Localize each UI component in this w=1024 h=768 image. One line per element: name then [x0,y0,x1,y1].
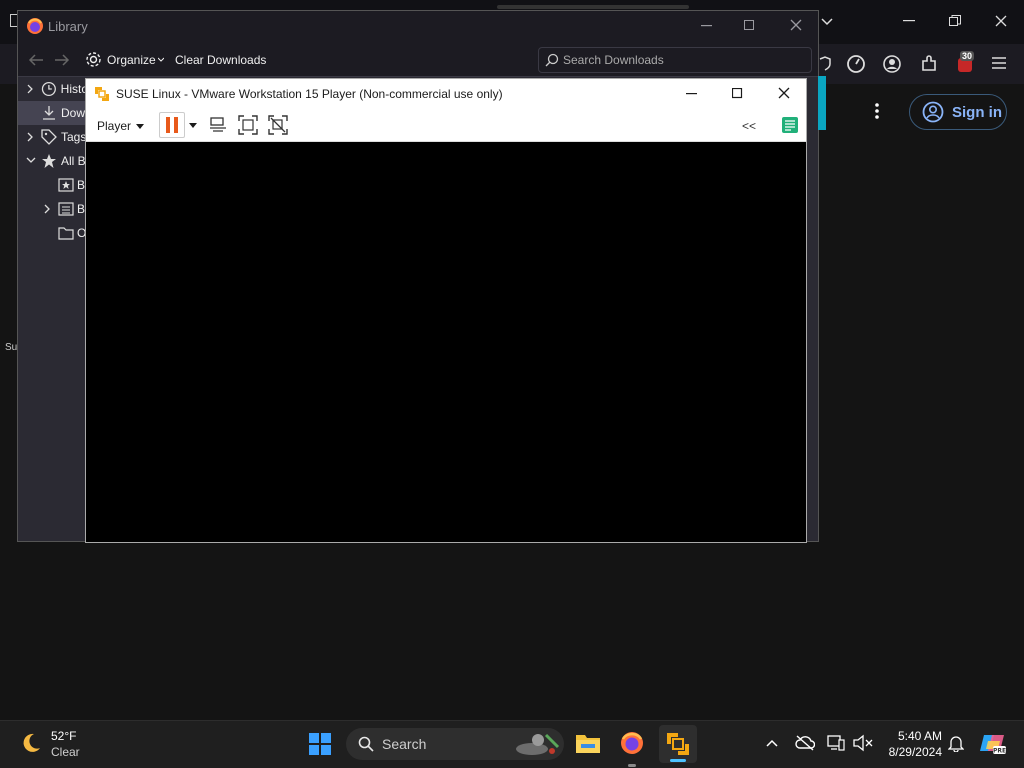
notification-bell-icon[interactable] [948,734,964,752]
organize-label: Organize [107,53,156,67]
account-icon[interactable] [883,55,901,73]
bookmark-star-box-icon [58,178,74,192]
tree-item-downloads[interactable]: Dow [18,101,88,125]
svg-text:PRE: PRE [993,748,1006,755]
library-tree: Histo Dow Tags All B B B O [18,77,88,541]
vmware-minimize-button[interactable] [686,93,698,95]
chevron-down-icon [157,57,164,62]
sign-in-button[interactable]: Sign in [909,94,1007,130]
back-arrow-icon[interactable] [28,53,44,67]
taskbar-search-label: Search [382,736,427,752]
gear-icon[interactable] [85,51,102,68]
search-downloads-input[interactable]: Search Downloads [538,47,812,73]
extension-badge-count: 30 [960,51,975,61]
tree-item-other-bookmarks[interactable]: O [18,221,88,245]
pause-icon [166,117,178,133]
tree-item-all-bookmarks[interactable]: All B [18,149,88,173]
copilot-icon[interactable]: PRE [980,731,1006,755]
vmware-maximize-button[interactable] [732,88,743,99]
vmware-taskbar-icon[interactable] [659,725,697,763]
browser-menu-icon[interactable] [992,57,1006,69]
moon-weather-icon[interactable] [19,731,43,755]
vmware-logo-icon [93,85,111,103]
player-menu-label: Player [97,119,132,133]
power-options-dropdown[interactable] [189,123,197,128]
firefox-taskbar-icon[interactable] [620,731,644,767]
library-title: Library [48,19,88,34]
library-titlebar [18,11,818,43]
browser-restore-button[interactable] [949,15,961,27]
tree-item-tags[interactable]: Tags [18,125,88,149]
pause-button[interactable] [159,112,185,138]
download-icon [43,106,55,120]
tree-item-label: B [77,178,86,192]
tag-icon [41,129,57,145]
account-circle-icon [922,101,944,123]
tree-item-label: Dow [61,106,86,120]
performance-gauge-icon[interactable] [846,54,866,74]
tree-item-bookmarks-toolbar[interactable]: B [18,173,88,197]
vm-display[interactable] [86,142,806,542]
list-icon [58,202,74,216]
extensions-puzzle-icon[interactable] [920,55,938,73]
folder-icon [58,227,74,240]
chevron-down-icon [26,157,36,163]
weather-temperature[interactable]: 52°F [51,729,76,743]
vmware-close-button[interactable] [778,87,790,99]
send-ctrl-alt-del-icon[interactable] [209,116,227,134]
onedrive-offline-icon[interactable] [795,735,815,751]
browser-close-button[interactable] [995,15,1007,27]
search-icon [358,736,374,752]
search-downloads-placeholder: Search Downloads [563,53,664,67]
collapse-toolbar-button[interactable]: << [742,119,756,133]
volume-muted-icon[interactable] [853,734,873,752]
search-icon [545,53,559,67]
taskbar-search-box[interactable]: Search [346,728,564,760]
background-accent-strip [818,76,826,130]
side-text: Su [5,342,18,353]
organize-menu[interactable]: Organize [107,53,164,67]
clear-downloads-button[interactable]: Clear Downloads [175,53,266,67]
vmware-title: SUSE Linux - VMware Workstation 15 Playe… [116,87,503,101]
clock-time[interactable]: 5:40 AM [880,729,942,743]
forward-arrow-icon[interactable] [54,53,70,67]
chevron-right-icon [27,132,33,142]
sign-in-label: Sign in [952,103,1002,121]
chevron-down-icon [189,123,197,128]
weather-condition[interactable]: Clear [51,745,80,759]
tab-list-chevron-icon[interactable] [820,14,834,28]
tree-item-label: Tags [61,130,87,144]
clock-icon [41,81,56,97]
file-explorer-icon[interactable] [575,732,601,754]
windows-start-icon[interactable] [309,733,331,755]
more-options-icon[interactable] [875,103,879,119]
unity-mode-icon[interactable] [268,115,288,135]
tree-item-bookmarks-menu[interactable]: B [18,197,88,221]
library-close-button[interactable] [790,19,802,31]
library-panel-icon[interactable] [781,116,799,134]
chevron-down-icon [136,123,145,129]
tree-item-label: All B [61,154,86,168]
fullscreen-icon[interactable] [238,115,258,135]
firefox-logo-icon [26,17,44,35]
library-maximize-button[interactable] [744,20,755,31]
star-icon [42,154,56,168]
search-highlight-illustration-icon [516,733,560,755]
player-menu[interactable]: Player [97,119,145,133]
extension-badge-icon[interactable]: 30 [955,51,977,74]
tree-item-label: Histo [60,82,88,96]
library-minimize-button[interactable] [701,25,713,27]
vmware-window: SUSE Linux - VMware Workstation 15 Playe… [85,78,807,543]
network-display-icon[interactable] [827,734,845,752]
show-hidden-icons-chevron-up-icon[interactable] [766,739,778,747]
chevron-right-icon [27,84,33,94]
clock-date[interactable]: 8/29/2024 [880,745,942,759]
tree-item-history[interactable]: Histo [18,77,88,101]
shield-icon[interactable] [819,56,831,72]
browser-tab[interactable] [497,5,689,9]
browser-minimize-button[interactable] [903,20,917,22]
tree-item-label: B [77,202,86,216]
chevron-right-icon [44,204,50,214]
